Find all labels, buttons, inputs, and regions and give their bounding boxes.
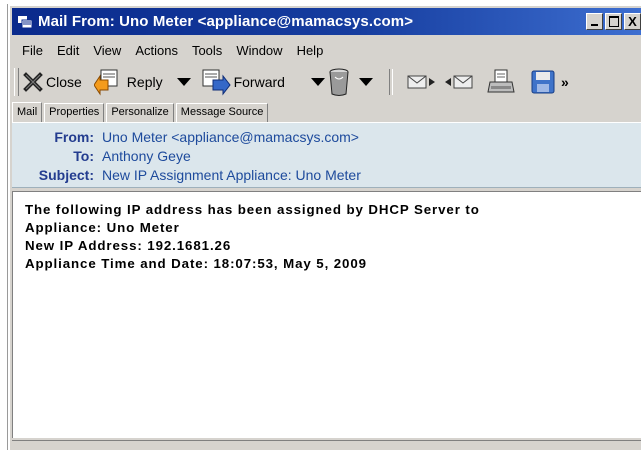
tab-personalize[interactable]: Personalize: [106, 103, 174, 122]
menu-edit[interactable]: Edit: [57, 43, 79, 58]
body-line: Appliance Time and Date: 18:07:53, May 5…: [25, 256, 367, 271]
from-label: From:: [54, 129, 94, 145]
subject-row: Subject: New IP Assignment Appliance: Un…: [12, 167, 361, 183]
mail-window-icon: [18, 15, 33, 28]
menu-bar: File Edit View Actions Tools Window Help: [12, 40, 641, 60]
body-line: The following IP address has been assign…: [25, 202, 480, 217]
toolbar-grip[interactable]: [14, 68, 19, 96]
reply-arrow-icon: [93, 69, 118, 96]
maximize-button[interactable]: [605, 13, 622, 30]
body-line: Appliance: Uno Meter: [25, 220, 180, 235]
status-bar: [12, 440, 641, 450]
toolbar: Close Reply Forward »: [12, 63, 641, 101]
reply-label: Reply: [126, 74, 163, 90]
minimize-button[interactable]: [586, 13, 603, 30]
from-value[interactable]: Uno Meter <appliance@mamacsys.com>: [102, 129, 359, 145]
message-header: From: Uno Meter <appliance@mamacsys.com>…: [12, 122, 641, 188]
close-button[interactable]: Close: [23, 72, 82, 92]
forward-arrow-icon: [202, 69, 231, 96]
toolbar-separator: [388, 69, 393, 95]
tab-message-source[interactable]: Message Source: [175, 103, 269, 122]
close-x-icon: [23, 72, 43, 92]
forward-dropdown-chevron-icon[interactable]: [310, 78, 325, 86]
to-value[interactable]: Anthony Geye: [102, 148, 191, 164]
to-label: To:: [73, 148, 94, 164]
forward-label: Forward: [233, 74, 285, 90]
trash-can-icon: [329, 68, 349, 96]
menu-view[interactable]: View: [93, 43, 121, 58]
floppy-disk-icon: [531, 70, 555, 94]
mail-window: Mail From: Uno Meter <appliance@mamacsys…: [8, 4, 641, 450]
toolbar-overflow-button[interactable]: »: [561, 74, 569, 90]
tab-mail[interactable]: Mail: [12, 102, 43, 123]
subject-label: Subject:: [38, 167, 94, 183]
reply-button[interactable]: Reply: [93, 68, 163, 96]
delete-dropdown-chevron-icon[interactable]: [358, 78, 373, 86]
previous-message-button[interactable]: [407, 72, 437, 92]
message-body[interactable]: The following IP address has been assign…: [12, 191, 641, 438]
close-label: Close: [46, 74, 82, 90]
menu-window[interactable]: Window: [236, 43, 282, 58]
delete-button[interactable]: [327, 67, 351, 97]
to-row: To: Anthony Geye: [12, 148, 191, 164]
next-message-icon: [444, 75, 473, 89]
menu-file[interactable]: File: [22, 43, 43, 58]
previous-message-icon: [407, 75, 435, 89]
close-window-button[interactable]: X: [624, 13, 641, 30]
forward-button[interactable]: Forward: [201, 68, 285, 96]
menu-actions[interactable]: Actions: [135, 43, 178, 58]
printer-icon: [487, 69, 515, 93]
tab-properties[interactable]: Properties: [44, 103, 105, 122]
title-bar[interactable]: Mail From: Uno Meter <appliance@mamacsys…: [12, 8, 641, 35]
from-row: From: Uno Meter <appliance@mamacsys.com>: [12, 129, 359, 145]
menu-help[interactable]: Help: [297, 43, 324, 58]
window-title: Mail From: Uno Meter <appliance@mamacsys…: [38, 13, 414, 30]
next-message-button[interactable]: [443, 72, 473, 92]
print-button[interactable]: [487, 68, 515, 96]
save-button[interactable]: [531, 70, 555, 94]
menu-tools[interactable]: Tools: [192, 43, 222, 58]
reply-dropdown-chevron-icon[interactable]: [176, 78, 191, 86]
tab-strip: Mail Properties Personalize Message Sour…: [12, 102, 641, 123]
subject-value: New IP Assignment Appliance: Uno Meter: [102, 167, 361, 183]
body-line: New IP Address: 192.1681.26: [25, 238, 232, 253]
